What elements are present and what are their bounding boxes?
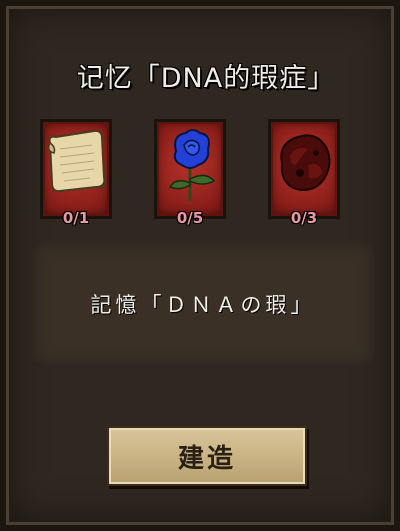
ingredient-slot-nightmare-fuel[interactable]: 0/3 — [268, 119, 340, 227]
recipe-description-box: 記憶「ＤＮＡの瑕」 — [32, 241, 374, 366]
recipe-description: 記憶「ＤＮＡの瑕」 — [90, 293, 316, 317]
ingredient-count: 0/1 — [62, 209, 90, 227]
build-button[interactable]: 建造 — [107, 426, 307, 486]
build-button-label: 建造 — [177, 443, 236, 474]
nightmare-fuel-icon — [280, 134, 331, 191]
blue-rose-icon — [168, 129, 216, 201]
papyrus-scroll-icon — [47, 129, 107, 193]
ingredient-count: 0/3 — [290, 209, 318, 227]
ingredient-slot-papyrus[interactable]: 0/1 — [40, 119, 112, 227]
ingredient-count: 0/5 — [176, 209, 204, 227]
recipe-title: 记忆「DNA的瑕症」 — [76, 63, 336, 94]
recipe-panel: 记忆「DNA的瑕症」 0/1 0/5 0/3 記憶「ＤＮＡの瑕」 建造 — [0, 0, 400, 531]
ingredient-slot-blue-rose[interactable]: 0/5 — [154, 119, 226, 227]
